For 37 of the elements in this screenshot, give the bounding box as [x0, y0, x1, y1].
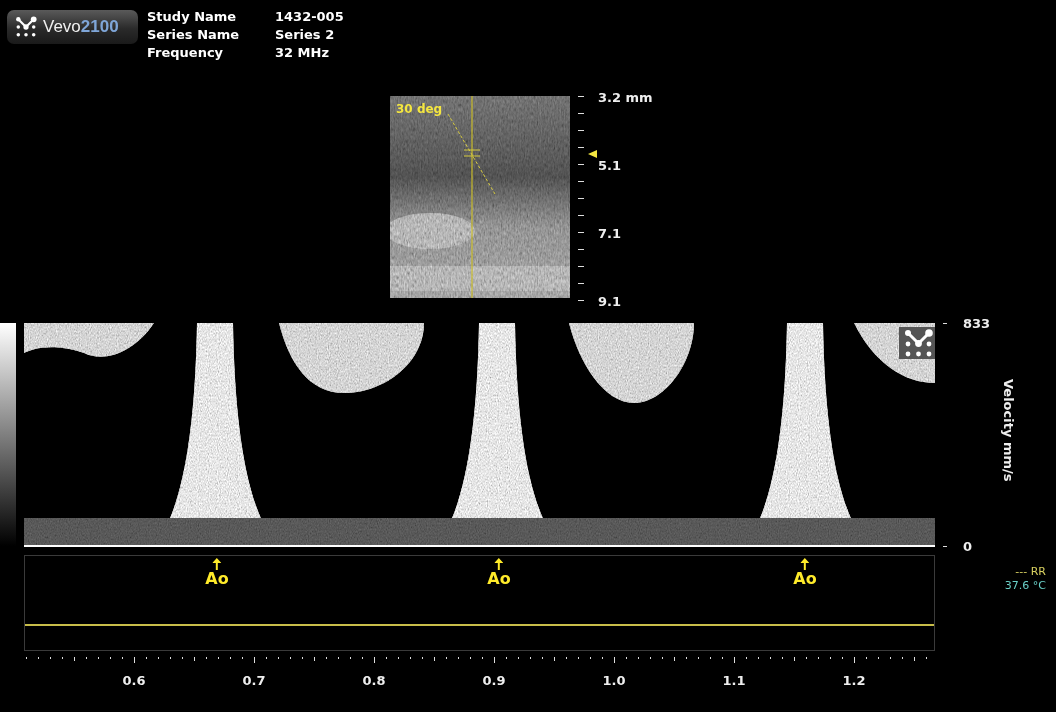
time-label: 1.0	[602, 673, 626, 688]
logo-model-number: 2100	[80, 17, 119, 37]
temperature: 37.6 °C	[1004, 579, 1046, 593]
time-label: 0.8	[362, 673, 386, 688]
dots-logo-icon	[905, 329, 933, 357]
info-label: Series Name	[147, 26, 241, 44]
depth-label: 9.1	[598, 293, 622, 309]
velocity-min-label: 0	[963, 538, 973, 554]
logo-dots-icon	[15, 16, 37, 38]
time-label: 0.9	[482, 673, 506, 688]
angle-label: 30 deg	[396, 102, 443, 116]
time-label: 1.1	[722, 673, 746, 688]
time-label: 1.2	[842, 673, 866, 688]
arrow-up-icon	[800, 558, 810, 570]
info-value: 1432-005	[275, 8, 344, 26]
info-value: 32 MHz	[275, 44, 330, 62]
arrow-up-icon	[212, 558, 222, 570]
time-label: 0.6	[122, 673, 146, 688]
time-label: 0.7	[242, 673, 266, 688]
info-label: Study Name	[147, 8, 238, 26]
depth-label: 5.1	[598, 157, 622, 173]
marker-label: Ao	[793, 570, 817, 588]
depth-label: 3.2 mm	[598, 89, 653, 105]
arrow-up-icon	[494, 558, 504, 570]
logo-name: Vevo	[43, 17, 81, 37]
info-label: Frequency	[147, 44, 225, 62]
depth-label: 7.1	[598, 225, 622, 241]
doppler-angle-line[interactable]	[447, 113, 496, 195]
marker-label: Ao	[205, 570, 229, 588]
velocity-axis-title: Velocity mm/s	[1001, 379, 1016, 482]
respiration-rate: --- RR	[1015, 565, 1046, 579]
sample-gate-icon[interactable]	[463, 149, 481, 157]
marker-label: Ao	[487, 570, 511, 588]
info-value: Series 2	[275, 26, 336, 44]
cursor-line[interactable]	[471, 96, 473, 298]
velocity-max-label: 833	[963, 315, 991, 331]
focus-marker-icon	[588, 150, 597, 158]
